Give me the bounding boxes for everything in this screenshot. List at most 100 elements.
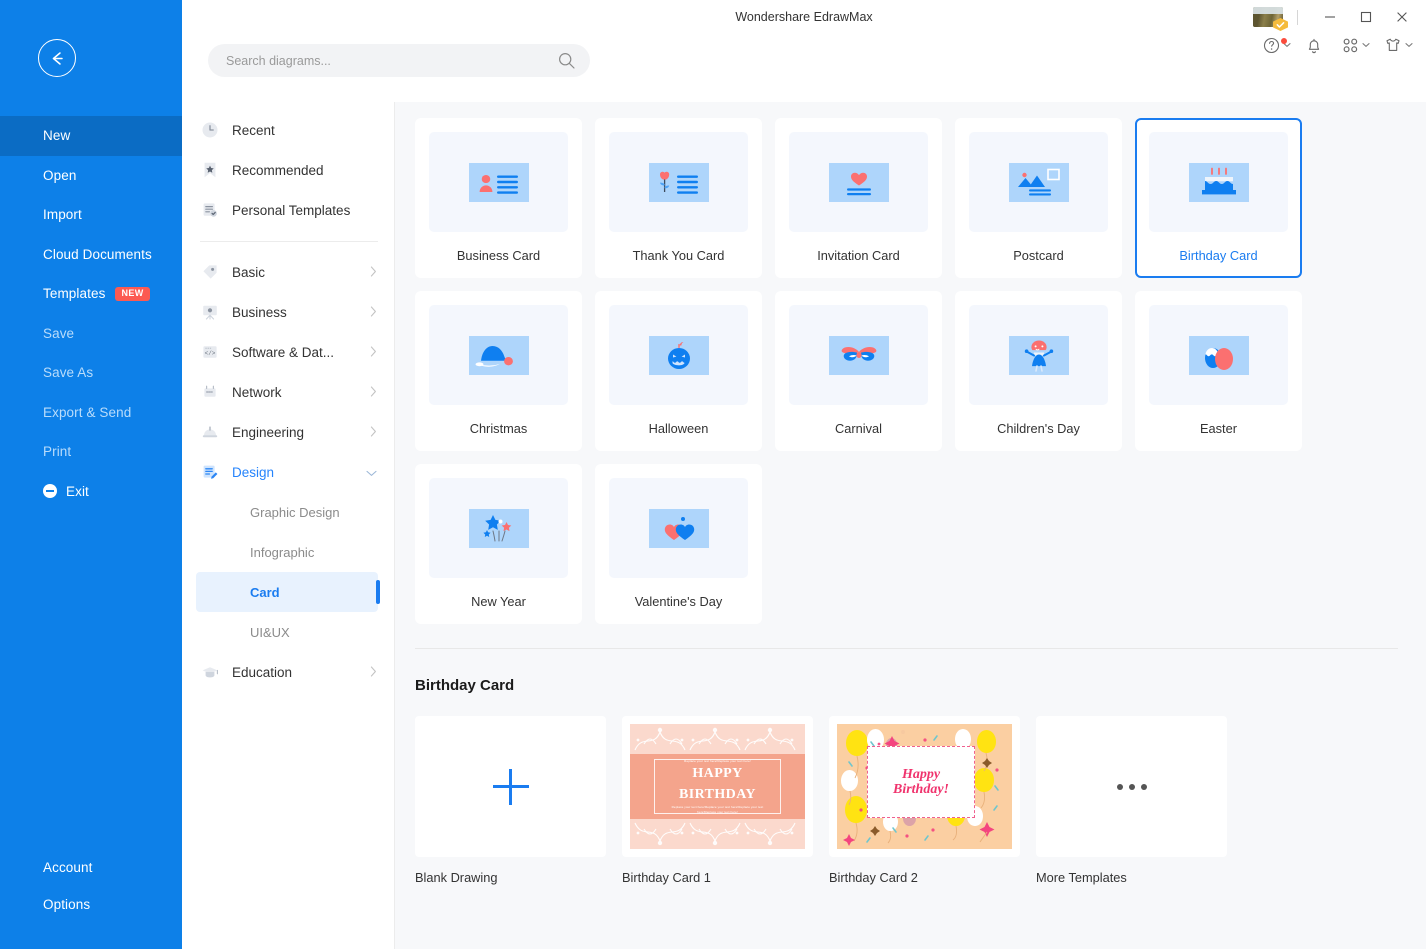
card-bottom-note: Replace your text here!Replace your text… xyxy=(671,805,764,814)
card-heading: Happy Birthday! xyxy=(893,767,949,798)
tree-item-personal-templates[interactable]: Personal Templates xyxy=(182,190,394,230)
birthday-card-1-artwork: Replace your text here!Replace your text… xyxy=(630,724,805,849)
close-button[interactable] xyxy=(1384,0,1420,34)
tree-subitem-infographic[interactable]: Infographic xyxy=(196,532,378,572)
tree-item-design[interactable]: Design xyxy=(182,452,394,492)
tag-icon xyxy=(200,262,220,282)
sidebar-item-label: Open xyxy=(43,167,77,183)
template-preview[interactable] xyxy=(1036,716,1227,857)
tree-item-education[interactable]: Education xyxy=(182,652,394,692)
tile-new-year[interactable]: New Year xyxy=(415,464,582,624)
tile-label: Business Card xyxy=(456,248,541,263)
search-box[interactable] xyxy=(208,44,590,77)
template-more-templates[interactable]: More Templates xyxy=(1036,716,1227,885)
tile-valentines-day[interactable]: Valentine's Day xyxy=(595,464,762,624)
tree-item-label: Recommended xyxy=(232,162,324,178)
tile-birthday-card[interactable]: Birthday Card xyxy=(1135,118,1302,278)
tree-item-network[interactable]: Network xyxy=(182,372,394,412)
template-preview[interactable] xyxy=(415,716,606,857)
template-label: More Templates xyxy=(1036,870,1127,885)
minimize-button[interactable] xyxy=(1312,0,1348,34)
sidebar-item-import[interactable]: Import xyxy=(0,195,182,235)
business-card-icon xyxy=(468,162,529,202)
tree-subitem-label: Infographic xyxy=(250,544,315,560)
new-badge: NEW xyxy=(115,287,150,301)
sidebar-item-templates[interactable]: Templates NEW xyxy=(0,274,182,314)
back-button[interactable] xyxy=(38,39,76,77)
sidebar-item-exit[interactable]: Exit xyxy=(0,472,182,512)
sidebar-item-new[interactable]: New xyxy=(0,116,182,156)
avatar[interactable] xyxy=(1253,7,1288,31)
sidebar-item-export-send[interactable]: Export & Send xyxy=(0,393,182,433)
tile-thumbnail xyxy=(609,305,748,405)
tree-item-recent[interactable]: Recent xyxy=(182,110,394,150)
tree-item-business[interactable]: Business xyxy=(182,292,394,332)
sidebar-item-print[interactable]: Print xyxy=(0,432,182,472)
sidebar-item-label: New xyxy=(43,128,71,144)
section-title: Birthday Card xyxy=(415,677,515,694)
tree-item-engineering[interactable]: Engineering xyxy=(182,412,394,452)
chevron-right-icon xyxy=(370,665,377,680)
child-dancing-icon xyxy=(1008,335,1069,375)
sidebar-item-open[interactable]: Open xyxy=(0,156,182,196)
tile-business-card[interactable]: Business Card xyxy=(415,118,582,278)
template-blank-drawing[interactable]: Blank Drawing xyxy=(415,716,606,885)
tile-christmas[interactable]: Christmas xyxy=(415,291,582,451)
tile-invitation-card[interactable]: Invitation Card xyxy=(775,118,942,278)
tree-divider xyxy=(200,241,378,242)
easter-eggs-icon xyxy=(1188,335,1249,375)
card-heading-line1: HAPPY xyxy=(692,766,743,782)
tree-item-basic[interactable]: Basic xyxy=(182,252,394,292)
tile-thumbnail xyxy=(429,305,568,405)
ellipsis-icon xyxy=(1116,783,1147,790)
left-sidebar: New Open Import Cloud Documents Template… xyxy=(0,0,182,949)
pumpkin-icon xyxy=(648,335,709,375)
tile-label: Postcard xyxy=(1013,248,1064,263)
search-icon[interactable] xyxy=(557,51,576,70)
tile-postcard[interactable]: Postcard xyxy=(955,118,1122,278)
notification-dot xyxy=(1281,37,1287,44)
tile-thumbnail xyxy=(609,132,748,232)
sidebar-item-account[interactable]: Account xyxy=(0,849,182,886)
tree-subitem-ui-ux[interactable]: UI&UX xyxy=(196,612,378,652)
sidebar-item-cloud-documents[interactable]: Cloud Documents xyxy=(0,235,182,275)
template-birthday-card-2[interactable]: Happy Birthday! Birthday Card 2 xyxy=(829,716,1020,885)
sidebar-item-options[interactable]: Options xyxy=(0,886,182,923)
tree-item-label: Personal Templates xyxy=(232,202,351,218)
sidebar-item-label: Print xyxy=(43,444,72,460)
template-label: Blank Drawing xyxy=(415,870,498,885)
sidebar-item-label: Save xyxy=(43,325,75,341)
template-preview[interactable]: Replace your text here!Replace your text… xyxy=(622,716,813,857)
tree-subitem-graphic-design[interactable]: Graphic Design xyxy=(196,492,378,532)
tile-carnival[interactable]: Carnival xyxy=(775,291,942,451)
tree-subitem-card[interactable]: Card xyxy=(196,572,380,612)
back-button-area xyxy=(0,0,182,116)
santa-hat-icon xyxy=(468,335,529,375)
notifications-button[interactable] xyxy=(1295,37,1333,54)
apps-button[interactable] xyxy=(1333,37,1375,54)
tile-label: Christmas xyxy=(469,421,528,436)
search-bar-area xyxy=(182,34,1426,102)
skin-button[interactable] xyxy=(1375,37,1418,53)
sidebar-menu: New Open Import Cloud Documents Template… xyxy=(0,116,182,511)
tree-item-label: Basic xyxy=(232,264,266,280)
chevron-down-icon xyxy=(1362,42,1370,48)
chevron-right-icon xyxy=(370,345,377,360)
tile-label: Valentine's Day xyxy=(634,594,723,609)
template-preview[interactable]: Happy Birthday! xyxy=(829,716,1020,857)
sidebar-item-save[interactable]: Save xyxy=(0,314,182,354)
bookmark-star-icon xyxy=(200,160,220,180)
help-button[interactable] xyxy=(1259,37,1295,54)
tree-item-software-database[interactable]: </> Software & Dat... xyxy=(182,332,394,372)
maximize-button[interactable] xyxy=(1348,0,1384,34)
tile-childrens-day[interactable]: Children's Day xyxy=(955,291,1122,451)
card-heading-line2: BIRTHDAY xyxy=(679,787,756,803)
tile-easter[interactable]: Easter xyxy=(1135,291,1302,451)
sidebar-item-label: Export & Send xyxy=(43,404,132,420)
tree-item-recommended[interactable]: Recommended xyxy=(182,150,394,190)
search-input[interactable] xyxy=(226,53,557,68)
sidebar-item-save-as[interactable]: Save As xyxy=(0,353,182,393)
tile-thank-you-card[interactable]: Thank You Card xyxy=(595,118,762,278)
tile-halloween[interactable]: Halloween xyxy=(595,291,762,451)
template-birthday-card-1[interactable]: Replace your text here!Replace your text… xyxy=(622,716,813,885)
